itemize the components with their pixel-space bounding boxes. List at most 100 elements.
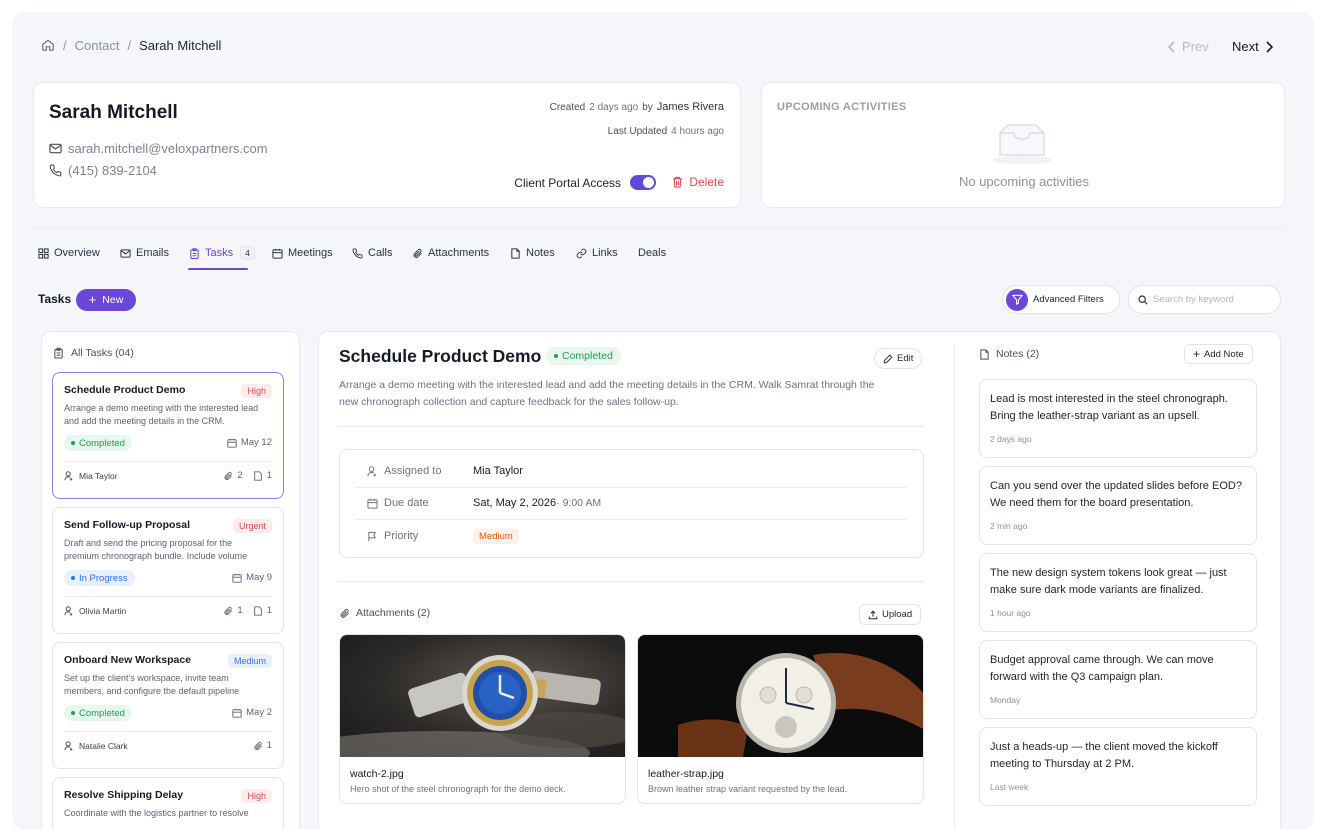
attachment-card[interactable]: watch-2.jpg Hero shot of the steel chron… bbox=[339, 634, 626, 804]
attachments-header: Attachments (2) bbox=[339, 607, 430, 619]
date-text: May 12 bbox=[240, 437, 272, 448]
note-text: Just a heads-up — the client moved the k… bbox=[990, 741, 1218, 770]
user-icon bbox=[64, 741, 74, 751]
add-note-button[interactable]: + Add Note bbox=[1184, 344, 1253, 364]
note-text: Lead is most interested in the steel chr… bbox=[990, 393, 1228, 422]
paperclip-icon bbox=[339, 608, 350, 619]
attachment-card[interactable]: leather-strap.jpg Brown leather strap va… bbox=[637, 634, 924, 804]
mail-icon bbox=[49, 143, 62, 154]
task-counts: 2 1 bbox=[223, 470, 272, 481]
breadcrumb-separator: / bbox=[127, 37, 132, 53]
due-time: · 9:00 AM bbox=[556, 497, 602, 509]
paperclip-icon bbox=[253, 741, 263, 751]
paperclip-icon bbox=[223, 471, 233, 481]
detail-description: Arrange a demo meeting with the interest… bbox=[339, 379, 875, 408]
task-owner: Olivia Martin bbox=[64, 606, 126, 616]
task-date: May 9 bbox=[232, 572, 272, 583]
note-card[interactable]: Just a heads-up — the client moved the k… bbox=[979, 727, 1257, 806]
tab-label: Notes bbox=[526, 247, 555, 259]
contact-email[interactable]: sarah.mitchell@veloxpartners.com bbox=[49, 141, 268, 156]
upcoming-activities-card: UPCOMING ACTIVITIES No upcoming activiti… bbox=[761, 82, 1285, 208]
task-card[interactable]: Onboard New Workspace Medium Set up the … bbox=[52, 642, 284, 769]
note-time: Last week bbox=[990, 782, 1029, 792]
tab-deals[interactable]: Deals bbox=[638, 245, 666, 261]
search-box[interactable]: Search by keyword bbox=[1128, 285, 1281, 314]
contact-phone[interactable]: (415) 839-2104 bbox=[49, 163, 157, 178]
attachment-caption: Brown leather strap variant requested by… bbox=[648, 784, 848, 794]
priority-badge: Medium bbox=[473, 528, 519, 544]
updated-value: 4 hours ago bbox=[671, 126, 724, 137]
created-by[interactable]: James Rivera bbox=[657, 101, 724, 113]
file-icon bbox=[253, 470, 263, 481]
task-counts: 1 bbox=[253, 740, 272, 751]
priority-badge: Medium bbox=[227, 654, 272, 668]
advanced-filters-button[interactable]: Advanced Filters bbox=[1002, 285, 1120, 314]
task-card[interactable]: Send Follow-up Proposal Urgent Draft and… bbox=[52, 507, 284, 634]
task-title: Onboard New Workspace bbox=[64, 654, 192, 666]
upcoming-title: UPCOMING ACTIVITIES bbox=[777, 101, 907, 113]
tab-overview[interactable]: Overview bbox=[38, 245, 100, 261]
tab-notes[interactable]: Notes bbox=[510, 245, 555, 261]
assigned-label: Assigned to bbox=[384, 465, 442, 477]
date-text: May 9 bbox=[246, 572, 272, 583]
upload-button[interactable]: Upload bbox=[859, 604, 922, 625]
assigned-label-wrap: Assigned to bbox=[367, 465, 473, 477]
task-card[interactable]: Resolve Shipping Delay High Coordinate w… bbox=[52, 777, 284, 829]
next-button[interactable]: Next bbox=[1232, 39, 1274, 54]
search-input[interactable]: Search by keyword bbox=[1153, 294, 1234, 305]
note-card[interactable]: The new design system tokens look great … bbox=[979, 553, 1257, 632]
tab-label: Attachments bbox=[428, 247, 490, 259]
tab-meetings[interactable]: Meetings bbox=[272, 245, 333, 261]
task-card[interactable]: Schedule Product Demo High Arrange a dem… bbox=[52, 372, 284, 499]
watch-image bbox=[340, 635, 625, 757]
task-title: Schedule Product Demo bbox=[64, 384, 186, 396]
attachment-name: watch-2.jpg bbox=[350, 768, 404, 780]
owner-name: Natalie Clark bbox=[79, 741, 128, 751]
new-task-button[interactable]: + New bbox=[76, 289, 136, 311]
breadcrumb-separator: / bbox=[63, 37, 67, 53]
new-label: New bbox=[102, 294, 124, 306]
phone-icon bbox=[352, 247, 363, 259]
assigned-value[interactable]: Mia Taylor bbox=[473, 465, 523, 477]
prev-button[interactable]: Prev bbox=[1167, 39, 1209, 54]
note-card[interactable]: Budget approval came through. We can mov… bbox=[979, 640, 1257, 719]
home-icon[interactable] bbox=[41, 38, 55, 52]
status-label: In Progress bbox=[79, 572, 128, 584]
tab-calls[interactable]: Calls bbox=[352, 245, 392, 261]
attachments-title: Attachments (2) bbox=[356, 607, 431, 619]
tab-links[interactable]: Links bbox=[576, 245, 618, 261]
breadcrumb-contact-link[interactable]: Contact bbox=[75, 38, 120, 53]
delete-button[interactable]: Delete bbox=[672, 175, 724, 189]
portal-toggle[interactable] bbox=[630, 175, 656, 190]
divider bbox=[339, 426, 924, 427]
tab-emails[interactable]: Emails bbox=[120, 245, 169, 261]
priority-label: Priority bbox=[384, 530, 419, 542]
notes-title: Notes (2) bbox=[996, 348, 1040, 360]
note-card[interactable]: Can you send over the updated slides bef… bbox=[979, 466, 1257, 545]
updated-meta: Last Updated 4 hours ago bbox=[608, 126, 724, 137]
filters-label: Advanced Filters bbox=[1033, 294, 1104, 305]
task-date: May 12 bbox=[227, 437, 272, 448]
note-card[interactable]: Lead is most interested in the steel chr… bbox=[979, 379, 1257, 458]
priority-row: Priority Medium bbox=[367, 520, 919, 552]
tab-tasks[interactable]: Tasks 4 bbox=[189, 245, 255, 261]
edit-button[interactable]: Edit bbox=[874, 348, 923, 369]
task-date: May 2 bbox=[232, 707, 272, 718]
calendar-icon bbox=[367, 498, 378, 509]
flag-icon bbox=[367, 531, 378, 542]
task-description: Coordinate with the logistics partner to… bbox=[64, 808, 249, 818]
contact-card: Sarah Mitchell sarah.mitchell@veloxpartn… bbox=[33, 82, 741, 208]
add-note-label: Add Note bbox=[1204, 348, 1244, 360]
tasks-heading: Tasks bbox=[38, 292, 72, 306]
task-owner: Mia Taylor bbox=[64, 471, 118, 481]
status-label: Completed bbox=[79, 707, 125, 719]
note-time: Monday bbox=[990, 695, 1021, 705]
task-list-title: All Tasks (04) bbox=[71, 347, 134, 359]
paperclip-icon bbox=[412, 248, 423, 259]
email-text: sarah.mitchell@veloxpartners.com bbox=[68, 141, 268, 156]
card-divider bbox=[64, 731, 272, 732]
phone-icon bbox=[49, 164, 62, 177]
portal-access: Client Portal Access bbox=[514, 175, 656, 190]
tab-attachments[interactable]: Attachments bbox=[412, 245, 489, 261]
status-label: Completed bbox=[79, 437, 125, 449]
